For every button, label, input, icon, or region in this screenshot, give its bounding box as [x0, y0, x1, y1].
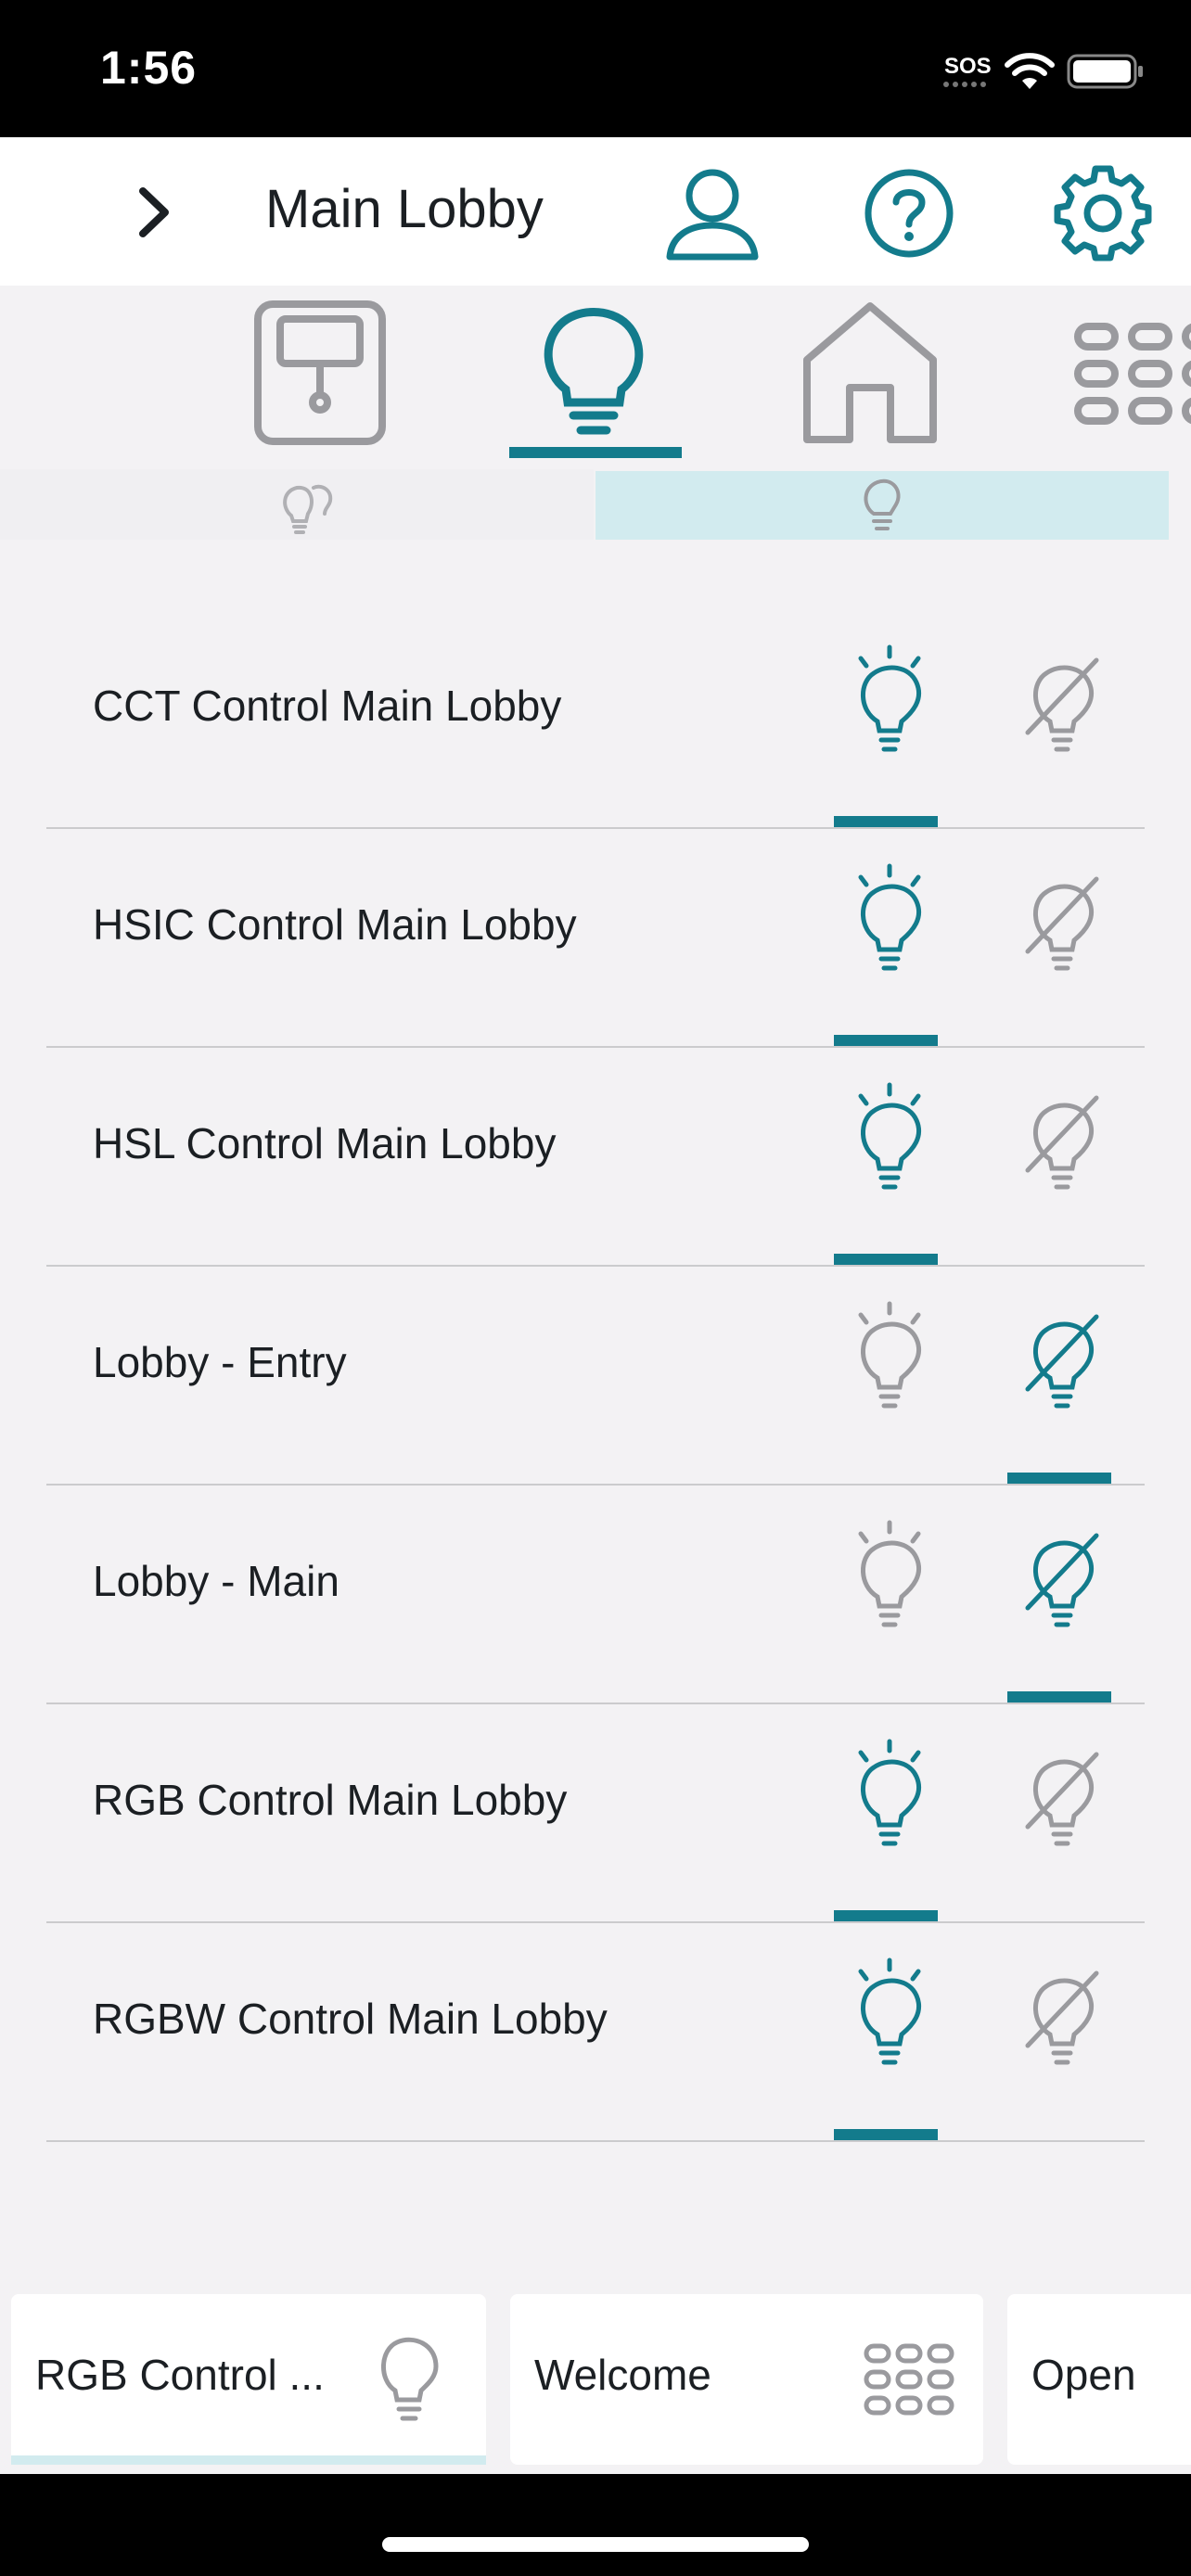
lightbulb-icon	[381, 2337, 439, 2421]
bulb-on-icon	[833, 1301, 944, 1417]
state-indicator	[1007, 1691, 1111, 1702]
subtab-multi-bulb[interactable]	[0, 469, 594, 540]
load-label: HSIC Control Main Lobby	[93, 900, 577, 949]
signal-dots-icon	[943, 82, 986, 87]
sos-indicator: SOS	[944, 54, 992, 79]
light-off-button[interactable]	[1005, 1293, 1117, 1413]
help-icon[interactable]	[863, 167, 955, 260]
load-row: Lobby - Entry	[46, 1265, 1145, 1486]
load-label: HSL Control Main Lobby	[93, 1119, 557, 1167]
load-row: RGB Control Main Lobby	[46, 1702, 1145, 1923]
gear-icon[interactable]	[1054, 163, 1152, 261]
scene-card-label: Welcome	[534, 2351, 711, 2399]
scene-card-label: Open	[1031, 2351, 1136, 2399]
light-on-button[interactable]	[833, 855, 944, 976]
lightbulb-icon[interactable]	[519, 299, 668, 447]
status-time: 1:56	[100, 42, 198, 94]
light-off-button[interactable]	[1005, 636, 1117, 757]
light-on-button[interactable]	[833, 1074, 944, 1194]
state-indicator	[834, 1254, 938, 1265]
app-header	[0, 137, 1191, 286]
keypad-icon[interactable]	[1072, 319, 1191, 430]
load-label: RGB Control Main Lobby	[93, 1776, 568, 1824]
single-bulb-icon	[864, 478, 901, 530]
scene-card-label: RGB Control ...	[35, 2351, 325, 2399]
light-on-button[interactable]	[833, 1511, 944, 1632]
chevron-right-icon[interactable]	[132, 182, 178, 243]
load-label: Lobby - Main	[93, 1557, 339, 1605]
multi-bulb-icon	[283, 484, 333, 534]
light-on-button[interactable]	[833, 1949, 944, 2070]
scene-card-rgb-control[interactable]: RGB Control ...	[11, 2294, 486, 2465]
state-indicator	[834, 2129, 938, 2140]
load-row: Lobby - Main	[46, 1484, 1145, 1704]
bulb-off-icon	[1005, 1970, 1117, 2073]
wifi-icon	[1005, 53, 1055, 89]
home-indicator-area	[0, 2474, 1191, 2576]
state-indicator	[1007, 1473, 1111, 1484]
load-label: RGBW Control Main Lobby	[93, 1995, 608, 2043]
bulb-off-icon	[1005, 1752, 1117, 1855]
load-row: RGBW Control Main Lobby	[46, 1921, 1145, 2142]
light-off-button[interactable]	[1005, 1730, 1117, 1851]
bulb-off-icon	[1005, 657, 1117, 760]
bulb-on-icon	[833, 1082, 944, 1198]
bulb-on-icon	[833, 1520, 944, 1636]
light-off-button[interactable]	[1005, 1511, 1117, 1632]
light-on-button[interactable]	[833, 1293, 944, 1413]
keypad-icon	[864, 2343, 954, 2416]
selected-tab-indicator	[509, 447, 682, 458]
door-icon[interactable]	[252, 299, 388, 447]
bulb-off-icon	[1005, 876, 1117, 979]
home-icon[interactable]	[796, 299, 944, 447]
subtab-single-bulb[interactable]	[596, 471, 1169, 540]
load-label: CCT Control Main Lobby	[93, 682, 562, 730]
selected-card-indicator	[11, 2455, 486, 2465]
scene-card-open[interactable]: Open	[1007, 2294, 1191, 2465]
bulb-on-icon	[833, 1739, 944, 1855]
state-indicator	[834, 1035, 938, 1046]
bulb-on-icon	[833, 1958, 944, 2073]
load-row: HSL Control Main Lobby	[46, 1046, 1145, 1267]
bulb-on-icon	[833, 863, 944, 979]
light-on-button[interactable]	[833, 636, 944, 757]
state-indicator	[834, 816, 938, 827]
page-title: Main Lobby	[265, 179, 544, 239]
state-indicator	[834, 1910, 938, 1921]
bulb-off-icon	[1005, 1533, 1117, 1636]
battery-icon	[1067, 54, 1143, 89]
light-on-button[interactable]	[833, 1730, 944, 1851]
bulb-on-icon	[833, 644, 944, 760]
user-icon[interactable]	[660, 162, 764, 264]
load-label: Lobby - Entry	[93, 1338, 347, 1386]
light-off-button[interactable]	[1005, 1949, 1117, 2070]
load-row: HSIC Control Main Lobby	[46, 827, 1145, 1048]
bulb-off-icon	[1005, 1314, 1117, 1417]
light-off-button[interactable]	[1005, 855, 1117, 976]
load-row: CCT Control Main Lobby	[46, 608, 1145, 829]
bulb-off-icon	[1005, 1095, 1117, 1198]
home-indicator[interactable]	[382, 2537, 809, 2552]
light-off-button[interactable]	[1005, 1074, 1117, 1194]
scene-card-welcome[interactable]: Welcome	[510, 2294, 983, 2465]
